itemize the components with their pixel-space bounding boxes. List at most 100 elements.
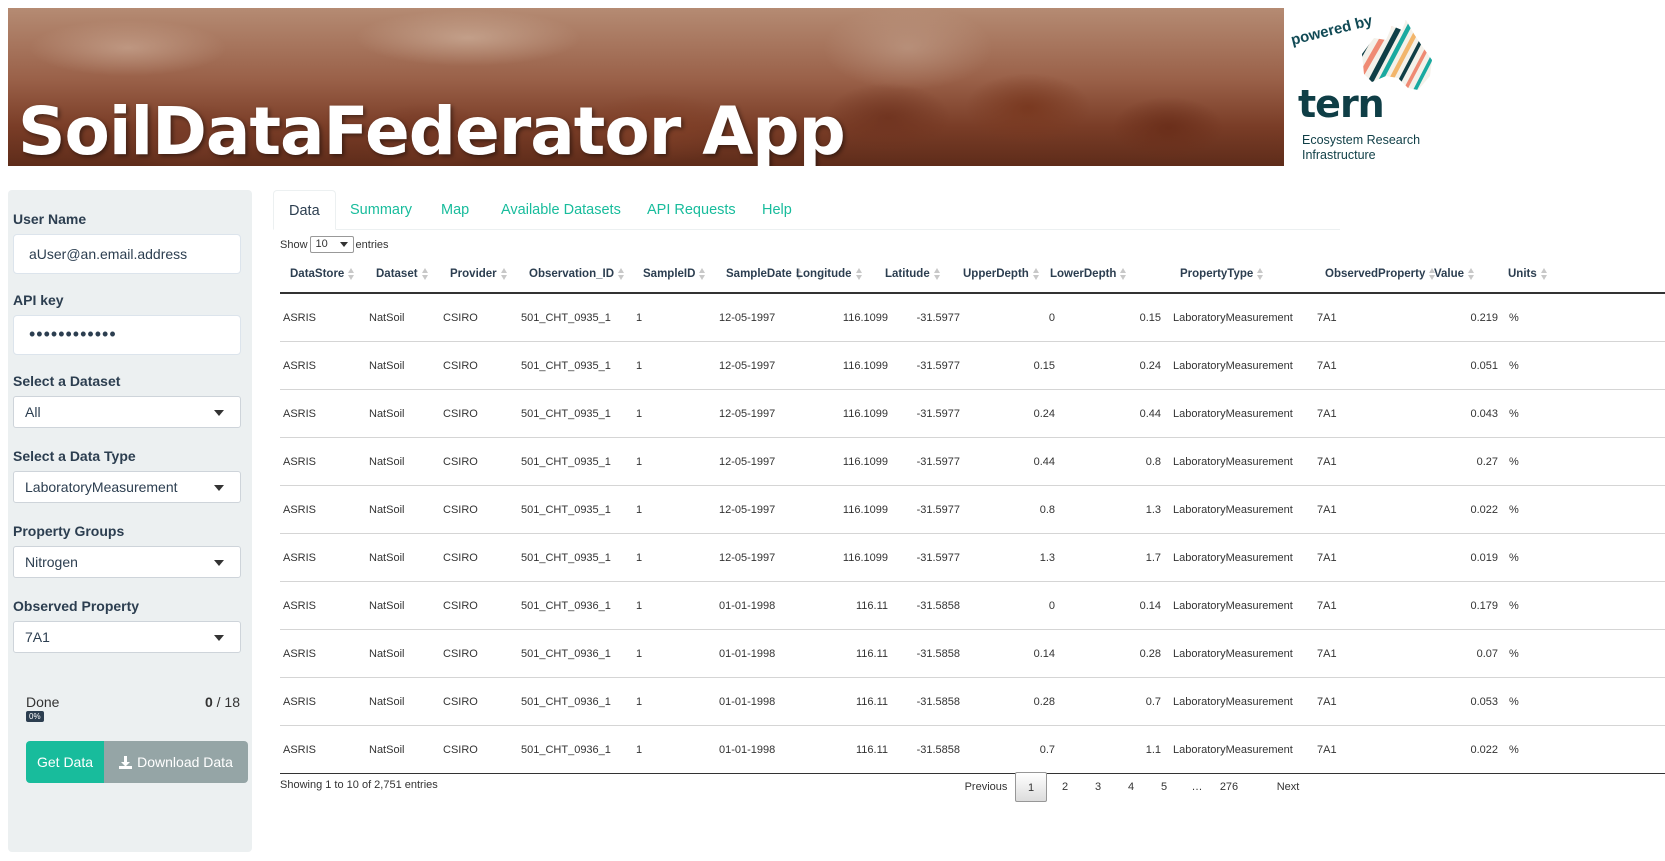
- cell-value: 0.053: [1470, 696, 1498, 708]
- page-length-select[interactable]: 10: [309, 236, 354, 253]
- tab-available-datasets[interactable]: Available Datasets: [501, 190, 621, 230]
- cell-value: 0.051: [1470, 360, 1498, 372]
- column-header-sample-id[interactable]: SampleID: [643, 256, 706, 294]
- table-row: ASRIS NatSoil CSIRO 501_CHT_0935_1 1 12-05-19…: [280, 294, 1665, 342]
- cell-provider: CSIRO: [443, 360, 478, 372]
- sort-icon: [421, 268, 429, 280]
- pagination-page-2[interactable]: 2: [1049, 772, 1081, 802]
- cell-sample-id: 1: [636, 552, 643, 564]
- pagination-page-4[interactable]: 4: [1115, 772, 1147, 802]
- cell-value: 0.179: [1470, 600, 1498, 612]
- column-header-units[interactable]: Units: [1508, 256, 1548, 294]
- progress-count: 0 / 18: [204, 694, 240, 710]
- cell-observation-id: 501_CHT_0935_1: [521, 504, 611, 516]
- cell-value: 0.27: [1476, 456, 1498, 468]
- cell-sample-date: 12-05-1997: [719, 552, 776, 564]
- cell-provider: CSIRO: [443, 408, 478, 420]
- cell-property-type: LaboratoryMeasurement: [1173, 744, 1293, 756]
- dataset-select[interactable]: All: [13, 396, 241, 428]
- cell-units: %: [1509, 504, 1519, 516]
- cell-observation-id: 501_CHT_0936_1: [521, 696, 611, 708]
- cell-units: %: [1509, 456, 1519, 468]
- cell-observation-id: 501_CHT_0935_1: [521, 360, 611, 372]
- apikey-input[interactable]: ••••••••••••: [13, 315, 241, 355]
- username-input[interactable]: aUser@an.email.address: [13, 234, 241, 274]
- cell-latitude: -31.5858: [916, 696, 960, 708]
- cell-property-type: LaboratoryMeasurement: [1173, 600, 1293, 612]
- cell-value: 0.022: [1470, 504, 1498, 516]
- cell-lower-depth: 1.3: [1145, 504, 1161, 516]
- tab-summary[interactable]: Summary: [350, 190, 412, 230]
- cell-datastore: ASRIS: [283, 456, 317, 468]
- pagination-page-3[interactable]: 3: [1082, 772, 1114, 802]
- column-header-latitude[interactable]: Latitude: [885, 256, 941, 294]
- cell-longitude: 116.1099: [842, 312, 888, 324]
- column-header-datastore[interactable]: DataStore: [290, 256, 355, 294]
- datatype-select[interactable]: LaboratoryMeasurement: [13, 471, 241, 503]
- cell-sample-id: 1: [636, 408, 643, 420]
- pagination-previous[interactable]: Previous: [958, 772, 1014, 802]
- cell-observation-id: 501_CHT_0936_1: [521, 600, 611, 612]
- cell-provider: CSIRO: [443, 744, 478, 756]
- cell-observed-property: 7A1: [1317, 312, 1337, 324]
- tab-map[interactable]: Map: [441, 190, 469, 230]
- data-table: DataStore Dataset Provider Observation_ID Sa…: [280, 256, 1665, 774]
- cell-units: %: [1509, 408, 1519, 420]
- cell-upper-depth: 0.8: [1039, 504, 1055, 516]
- property-groups-label: Property Groups: [13, 523, 125, 539]
- cell-sample-id: 1: [636, 696, 643, 708]
- pagination-page-276[interactable]: 276: [1210, 772, 1248, 802]
- column-header-dataset[interactable]: Dataset: [376, 256, 429, 294]
- show-entries-control: Show 10 entries: [280, 236, 389, 253]
- cell-units: %: [1509, 600, 1519, 612]
- column-header-sample-date[interactable]: SampleDate: [726, 256, 803, 294]
- sort-icon: [933, 268, 941, 280]
- download-icon: [119, 755, 133, 769]
- cell-datastore: ASRIS: [283, 552, 317, 564]
- tab-help[interactable]: Help: [762, 190, 792, 230]
- cell-latitude: -31.5977: [916, 360, 960, 372]
- cell-property-type: LaboratoryMeasurement: [1173, 696, 1293, 708]
- cell-observation-id: 501_CHT_0936_1: [521, 744, 611, 756]
- tab-data[interactable]: Data: [273, 190, 336, 230]
- app-title: SoilDataFederator App: [18, 93, 846, 166]
- column-header-upper-depth[interactable]: UpperDepth: [963, 256, 1040, 294]
- cell-longitude: 116.1099: [842, 360, 888, 372]
- cell-sample-date: 12-05-1997: [719, 312, 776, 324]
- cell-provider: CSIRO: [443, 696, 478, 708]
- column-header-observed-property[interactable]: ObservedProperty: [1325, 256, 1436, 294]
- cell-datastore: ASRIS: [283, 600, 317, 612]
- cell-dataset: NatSoil: [369, 744, 405, 756]
- entries-label: entries: [355, 238, 389, 251]
- table-header: DataStore Dataset Provider Observation_ID Sa…: [280, 256, 1665, 294]
- column-header-observation-id[interactable]: Observation_ID: [529, 256, 625, 294]
- observed-property-select[interactable]: 7A1: [13, 621, 241, 653]
- property-groups-select[interactable]: Nitrogen: [13, 546, 241, 578]
- table-row: ASRIS NatSoil CSIRO 501_CHT_0935_1 1 12-05-19…: [280, 486, 1665, 534]
- cell-upper-depth: 0.14: [1033, 648, 1055, 660]
- cell-units: %: [1509, 360, 1519, 372]
- cell-property-type: LaboratoryMeasurement: [1173, 648, 1293, 660]
- cell-units: %: [1509, 696, 1519, 708]
- tab-api-requests[interactable]: API Requests: [647, 190, 736, 230]
- caret-down-icon: [214, 635, 224, 641]
- cell-upper-depth: 0.44: [1033, 456, 1055, 468]
- cell-observed-property: 7A1: [1317, 696, 1337, 708]
- cell-datastore: ASRIS: [283, 504, 317, 516]
- column-header-lower-depth[interactable]: LowerDepth: [1050, 256, 1127, 294]
- pagination-next[interactable]: Next: [1268, 772, 1308, 802]
- column-header-longitude[interactable]: Longitude: [796, 256, 863, 294]
- get-data-button[interactable]: Get Data: [26, 741, 104, 783]
- column-header-property-type[interactable]: PropertyType: [1180, 256, 1264, 294]
- cell-property-type: LaboratoryMeasurement: [1173, 408, 1293, 420]
- pagination-page-1[interactable]: 1: [1015, 772, 1047, 802]
- column-header-provider[interactable]: Provider: [450, 256, 508, 294]
- pagination-page-5[interactable]: 5: [1148, 772, 1180, 802]
- username-label: User Name: [13, 211, 87, 227]
- column-header-value[interactable]: Value: [1434, 256, 1475, 294]
- cell-lower-depth: 1.1: [1145, 744, 1161, 756]
- cell-dataset: NatSoil: [369, 648, 405, 660]
- download-data-button[interactable]: Download Data: [104, 741, 248, 783]
- cell-upper-depth: 0: [1048, 600, 1055, 612]
- cell-upper-depth: 0.28: [1033, 696, 1055, 708]
